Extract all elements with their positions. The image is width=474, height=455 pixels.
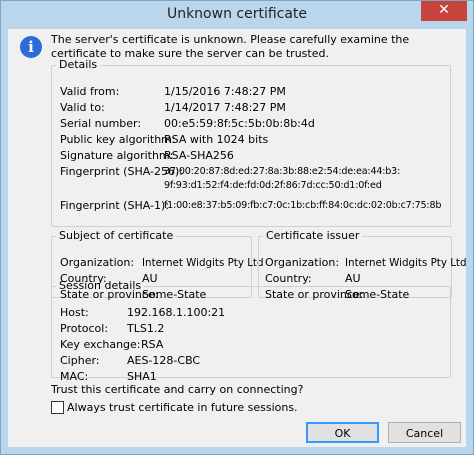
- dialog-body: i The server's certificate is unknown. P…: [8, 29, 467, 447]
- ok-button[interactable]: OK: [306, 422, 379, 443]
- valid-from-label: Valid from:: [60, 85, 120, 98]
- kex-label: Key exchange:: [60, 338, 141, 351]
- issuer-org-value: Internet Widgits Pty Ltd: [345, 257, 467, 269]
- mac-value: SHA1: [127, 370, 157, 383]
- pubkey-value: RSA with 1024 bits: [164, 133, 269, 146]
- subject-org-label: Organization:: [60, 256, 135, 269]
- issuer-legend: Certificate issuer: [266, 229, 360, 242]
- title-bar[interactable]: Unknown certificate ✕: [1, 1, 473, 29]
- close-button[interactable]: ✕: [421, 1, 467, 21]
- protocol-value: TLS1.2: [127, 322, 165, 335]
- fp256-value-line2: 9f:93:d1:52:f4:de:fd:0d:2f:86:7d:cc:50:d…: [164, 180, 382, 191]
- trust-question: Trust this certificate and carry on conn…: [51, 383, 304, 396]
- valid-from-value: 1/15/2016 7:48:27 PM: [164, 85, 286, 98]
- details-legend: Details: [59, 58, 98, 71]
- fp256-value-line1: 37:00:20:87:8d:ed:27:8a:3b:88:e2:54:de:e…: [164, 166, 401, 177]
- serial-value: 00:e5:59:8f:5c:5b:0b:8b:4d: [164, 117, 315, 130]
- host-value: 192.168.1.100:21: [127, 306, 226, 319]
- details-group: Details Valid from: 1/15/2016 7:48:27 PM…: [51, 59, 451, 227]
- kex-value: RSA: [141, 338, 164, 351]
- cipher-label: Cipher:: [60, 354, 100, 367]
- cancel-button[interactable]: Cancel: [388, 422, 461, 443]
- sigalg-label: Signature algorithm:: [60, 149, 174, 162]
- cipher-value: AES-128-CBC: [127, 354, 201, 367]
- mac-label: MAC:: [60, 370, 89, 383]
- fp1-value: f1:00:e8:37:b5:09:fb:c7:0c:1b:cb:ff:84:0…: [164, 200, 442, 211]
- valid-to-label: Valid to:: [60, 101, 105, 114]
- protocol-label: Protocol:: [60, 322, 109, 335]
- pubkey-label: Public key algorithm:: [60, 133, 176, 146]
- warning-message: The server's certificate is unknown. Ple…: [51, 33, 410, 60]
- host-label: Host:: [60, 306, 89, 319]
- sigalg-value: RSA-SHA256: [164, 149, 234, 162]
- session-group: Session details Host: 192.168.1.100:21 P…: [51, 279, 451, 383]
- fp1-label: Fingerprint (SHA-1):: [60, 199, 169, 212]
- serial-label: Serial number:: [60, 117, 142, 130]
- subject-legend: Subject of certificate: [59, 229, 174, 242]
- always-trust-checkbox[interactable]: [51, 401, 64, 414]
- dialog-title: Unknown certificate: [166, 6, 308, 22]
- always-trust-label[interactable]: Always trust certificate in future sessi…: [67, 401, 298, 414]
- certificate-dialog: Unknown certificate ✕ i The server's cer…: [0, 0, 474, 455]
- session-legend: Session details: [59, 279, 142, 292]
- issuer-org-label: Organization:: [265, 256, 340, 269]
- valid-to-value: 1/14/2017 7:48:27 PM: [164, 101, 286, 114]
- subject-org-value: Internet Widgits Pty Ltd: [142, 257, 264, 269]
- info-icon: i: [20, 36, 42, 58]
